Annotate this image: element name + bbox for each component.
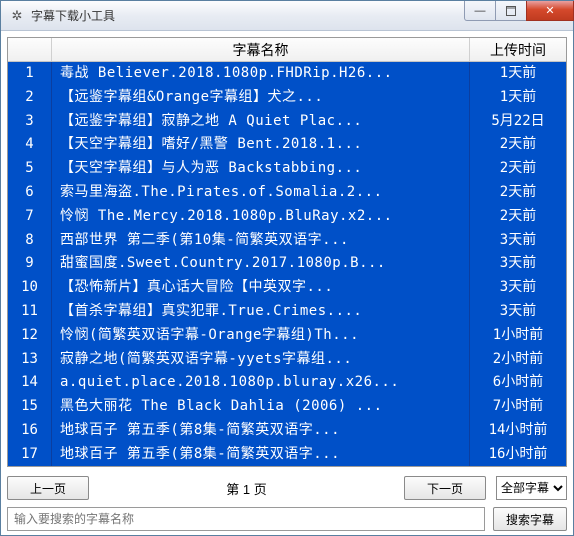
cell-index: 17 — [8, 443, 52, 467]
cell-name: 毒战 Believer.2018.1080p.FHDRip.H26... — [52, 62, 470, 86]
cell-name: 甜蜜国度.Sweet.Country.2017.1080p.B... — [52, 252, 470, 276]
cell-index: 4 — [8, 133, 52, 157]
cell-name: 【天空字幕组】与人为恶 Backstabbing... — [52, 157, 470, 181]
cell-time: 1天前 — [470, 86, 566, 110]
table-row[interactable]: 13寂静之地(简繁英双语字幕-yyets字幕组...2小时前 — [8, 348, 566, 372]
search-button[interactable]: 搜索字幕 — [493, 507, 567, 531]
close-icon: ✕ — [545, 4, 554, 17]
client-area: 字幕名称 上传时间 1毒战 Believer.2018.1080p.FHDRip… — [7, 37, 567, 529]
cell-time: 2天前 — [470, 181, 566, 205]
cell-name: 【天空字幕组】嗜好/黑警 Bent.2018.1... — [52, 133, 470, 157]
app-window: ✲ 字幕下载小工具 — ✕ 字幕名称 上传时间 1毒战 Believer.201… — [0, 0, 574, 536]
table-row[interactable]: 7怜悯 The.Mercy.2018.1080p.BluRay.x2...2天前 — [8, 205, 566, 229]
cell-name: 【远鉴字幕组&Orange字幕组】犬之... — [52, 86, 470, 110]
cell-name: 怜悯(简繁英双语字幕-Orange字幕组)Th... — [52, 324, 470, 348]
cell-time: 5月22日 — [470, 110, 566, 134]
prev-page-button[interactable]: 上一页 — [7, 476, 89, 500]
table-row[interactable]: 9甜蜜国度.Sweet.Country.2017.1080p.B...3天前 — [8, 252, 566, 276]
cell-index: 1 — [8, 62, 52, 86]
cell-time: 3天前 — [470, 300, 566, 324]
cell-time: 2天前 — [470, 157, 566, 181]
cell-time: 1小时前 — [470, 324, 566, 348]
search-input[interactable] — [7, 507, 485, 531]
cell-index: 6 — [8, 181, 52, 205]
minimize-icon: — — [475, 5, 486, 17]
filter-select[interactable]: 全部字幕 — [496, 476, 567, 500]
table-body: 1毒战 Believer.2018.1080p.FHDRip.H26...1天前… — [8, 62, 566, 467]
cell-index: 11 — [8, 300, 52, 324]
cell-name: 【远鉴字幕组】寂静之地 A Quiet Plac... — [52, 110, 470, 134]
cell-index: 7 — [8, 205, 52, 229]
cell-index: 15 — [8, 395, 52, 419]
cell-name: 地球百子 第五季(第8集-简繁英双语字... — [52, 419, 470, 443]
table-row[interactable]: 12怜悯(简繁英双语字幕-Orange字幕组)Th...1小时前 — [8, 324, 566, 348]
cell-index: 14 — [8, 371, 52, 395]
cell-name: a.quiet.place.2018.1080p.bluray.x26... — [52, 371, 470, 395]
cell-time: 2天前 — [470, 133, 566, 157]
table-row[interactable]: 16地球百子 第五季(第8集-简繁英双语字...14小时前 — [8, 419, 566, 443]
col-header-time[interactable]: 上传时间 — [470, 38, 566, 61]
titlebar[interactable]: ✲ 字幕下载小工具 — ✕ — [1, 1, 573, 31]
cell-index: 12 — [8, 324, 52, 348]
next-page-button[interactable]: 下一页 — [404, 476, 486, 500]
cell-name: 怜悯 The.Mercy.2018.1080p.BluRay.x2... — [52, 205, 470, 229]
gear-icon: ✲ — [9, 8, 25, 24]
cell-name: 西部世界 第二季(第10集-简繁英双语字... — [52, 229, 470, 253]
search-bar: 搜索字幕 — [7, 507, 567, 531]
table-row[interactable]: 4【天空字幕组】嗜好/黑警 Bent.2018.1...2天前 — [8, 133, 566, 157]
table-row[interactable]: 10【恐怖新片】真心话大冒险【中英双字...3天前 — [8, 276, 566, 300]
cell-name: 黑色大丽花 The Black Dahlia (2006) ... — [52, 395, 470, 419]
page-indicator: 第 1 页 — [99, 479, 394, 498]
cell-index: 8 — [8, 229, 52, 253]
cell-index: 9 — [8, 252, 52, 276]
pager-bar: 上一页 第 1 页 下一页 全部字幕 — [7, 475, 567, 501]
cell-time: 2小时前 — [470, 348, 566, 372]
cell-time: 7小时前 — [470, 395, 566, 419]
subtitle-list: 字幕名称 上传时间 1毒战 Believer.2018.1080p.FHDRip… — [7, 37, 567, 467]
cell-time: 3天前 — [470, 229, 566, 253]
table-row[interactable]: 11【首杀字幕组】真实犯罪.True.Crimes....3天前 — [8, 300, 566, 324]
cell-index: 10 — [8, 276, 52, 300]
window-buttons: — ✕ — [464, 1, 573, 30]
cell-time: 3天前 — [470, 252, 566, 276]
cell-time: 1天前 — [470, 62, 566, 86]
cell-name: 【首杀字幕组】真实犯罪.True.Crimes.... — [52, 300, 470, 324]
table-row[interactable]: 17地球百子 第五季(第8集-简繁英双语字...16小时前 — [8, 443, 566, 467]
cell-name: 【恐怖新片】真心话大冒险【中英双字... — [52, 276, 470, 300]
cell-name: 寂静之地(简繁英双语字幕-yyets字幕组... — [52, 348, 470, 372]
cell-time: 6小时前 — [470, 371, 566, 395]
cell-time: 14小时前 — [470, 419, 566, 443]
table-row[interactable]: 1毒战 Believer.2018.1080p.FHDRip.H26...1天前 — [8, 62, 566, 86]
table-row[interactable]: 15黑色大丽花 The Black Dahlia (2006) ...7小时前 — [8, 395, 566, 419]
minimize-button[interactable]: — — [464, 1, 496, 21]
table-row[interactable]: 8西部世界 第二季(第10集-简繁英双语字...3天前 — [8, 229, 566, 253]
cell-index: 5 — [8, 157, 52, 181]
cell-index: 16 — [8, 419, 52, 443]
cell-time: 2天前 — [470, 205, 566, 229]
col-header-index[interactable] — [8, 38, 52, 61]
col-header-name[interactable]: 字幕名称 — [52, 38, 470, 61]
maximize-button[interactable] — [495, 1, 527, 21]
cell-index: 3 — [8, 110, 52, 134]
maximize-icon — [506, 6, 516, 16]
table-row[interactable]: 3【远鉴字幕组】寂静之地 A Quiet Plac...5月22日 — [8, 110, 566, 134]
cell-index: 2 — [8, 86, 52, 110]
cell-name: 索马里海盗.The.Pirates.of.Somalia.2... — [52, 181, 470, 205]
table-row[interactable]: 14a.quiet.place.2018.1080p.bluray.x26...… — [8, 371, 566, 395]
table-row[interactable]: 6索马里海盗.The.Pirates.of.Somalia.2...2天前 — [8, 181, 566, 205]
cell-name: 地球百子 第五季(第8集-简繁英双语字... — [52, 443, 470, 467]
cell-time: 3天前 — [470, 276, 566, 300]
window-title: 字幕下载小工具 — [31, 7, 464, 24]
table-header: 字幕名称 上传时间 — [8, 38, 566, 62]
cell-index: 13 — [8, 348, 52, 372]
close-button[interactable]: ✕ — [526, 1, 574, 21]
table-row[interactable]: 2【远鉴字幕组&Orange字幕组】犬之...1天前 — [8, 86, 566, 110]
table-row[interactable]: 5【天空字幕组】与人为恶 Backstabbing...2天前 — [8, 157, 566, 181]
cell-time: 16小时前 — [470, 443, 566, 467]
